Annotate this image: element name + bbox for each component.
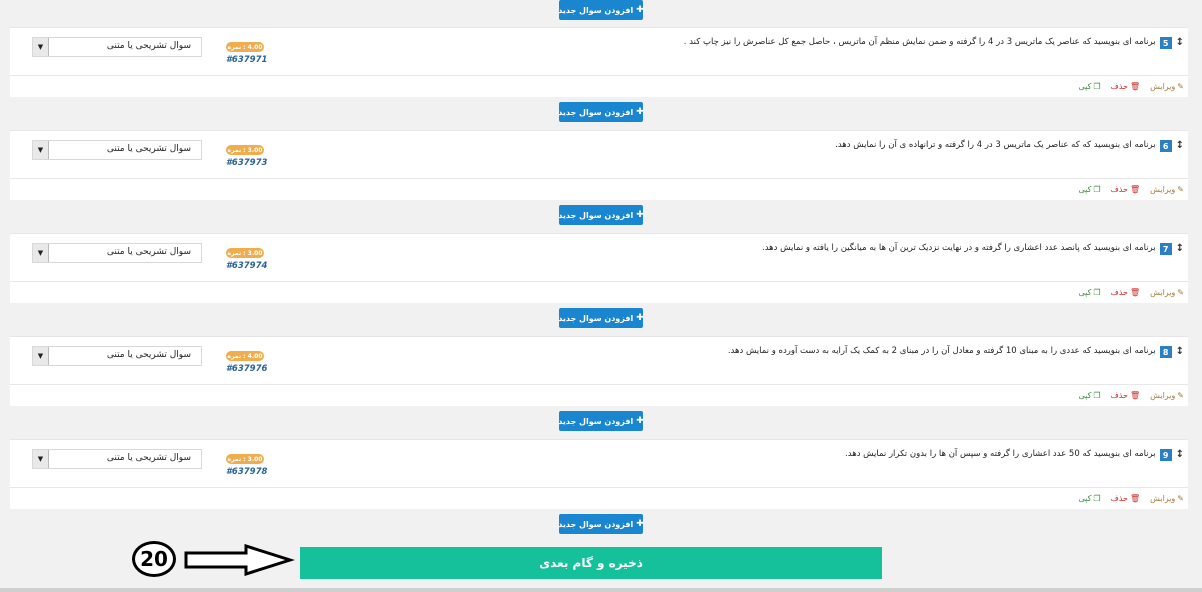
edit-link[interactable]: ✎ ویرایش [1150,494,1184,503]
trash-icon: 🗑 [1129,494,1141,503]
delete-link[interactable]: 🗑 حذف [1111,391,1141,400]
copy-icon: ❐ [1093,494,1101,503]
question-card: ↕ 7 برنامه ای بنویسید که پانصد عدد اعشار… [10,233,1188,303]
edit-icon: ✎ [1177,391,1184,400]
divider [10,384,1188,385]
plus-icon: ✚ [636,107,644,117]
chevron-down-icon[interactable]: ▼ [33,450,49,468]
question-text: برنامه ای بنویسید که پانصد عدد اعشاری را… [762,243,1156,253]
copy-link[interactable]: ❐ کپی [1078,494,1100,503]
edit-icon: ✎ [1177,494,1184,503]
question-card: ↕ 9 برنامه ای بنویسید که 50 عدد اعشاری ر… [10,439,1188,509]
plus-icon: ✚ [636,5,644,15]
question-text: برنامه ای بنویسید که 50 عدد اعشاری را گر… [845,449,1156,459]
delete-link[interactable]: 🗑 حذف [1111,185,1141,194]
chevron-down-icon[interactable]: ▼ [33,347,49,365]
question-type-select[interactable]: ▼ سوال تشریحی یا متنی [32,37,202,57]
plus-icon: ✚ [636,519,644,529]
question-id: #637973 [226,158,268,168]
question-number: 8 [1159,346,1172,358]
save-next-button[interactable]: ذخیره و گام بعدی [300,547,882,579]
drag-handle-icon[interactable]: ↕ [1176,242,1184,255]
copy-icon: ❐ [1093,288,1101,297]
page-bottom-border [0,588,1202,592]
trash-icon: 🗑 [1129,288,1141,297]
delete-link[interactable]: 🗑 حذف [1111,494,1141,503]
trash-icon: 🗑 [1129,82,1141,91]
divider [10,487,1188,488]
edit-link[interactable]: ✎ ویرایش [1150,288,1184,297]
trash-icon: 🗑 [1129,391,1141,400]
question-text: برنامه ای بنویسید که عناصر یک ماتریس 3 د… [683,37,1156,47]
plus-icon: ✚ [636,210,644,220]
annotation-arrow-icon [184,544,295,576]
question-id: #637978 [226,467,268,477]
question-type-select[interactable]: ▼ سوال تشریحی یا متنی [32,243,202,263]
question-id: #637974 [226,261,268,271]
drag-handle-icon[interactable]: ↕ [1176,448,1184,461]
question-type-select[interactable]: ▼ سوال تشریحی یا متنی [32,140,202,160]
copy-link[interactable]: ❐ کپی [1078,391,1100,400]
edit-link[interactable]: ✎ ویرایش [1150,82,1184,91]
add-question-button[interactable]: ✚ افزودن سوال جدید [558,514,644,534]
edit-icon: ✎ [1177,288,1184,297]
question-type-select[interactable]: ▼ سوال تشریحی یا متنی [32,449,202,469]
question-number: 6 [1159,140,1172,152]
score-badge: 3.00 : نمره [226,454,264,464]
question-number: 9 [1159,449,1172,461]
add-question-button[interactable]: ✚ افزودن سوال جدید [558,102,644,122]
divider [10,281,1188,282]
chevron-down-icon[interactable]: ▼ [33,244,49,262]
edit-link[interactable]: ✎ ویرایش [1150,391,1184,400]
copy-icon: ❐ [1093,82,1101,91]
plus-icon: ✚ [636,416,644,426]
score-badge: 3.00 : نمره [226,248,264,258]
delete-link[interactable]: 🗑 حذف [1111,288,1141,297]
question-type-select[interactable]: ▼ سوال تشریحی یا متنی [32,346,202,366]
copy-icon: ❐ [1093,185,1101,194]
copy-icon: ❐ [1093,391,1101,400]
score-badge: 3.00 : نمره [226,145,264,155]
chevron-down-icon[interactable]: ▼ [33,141,49,159]
score-badge: 4.00 : نمره [226,42,264,52]
edit-icon: ✎ [1177,82,1184,91]
plus-icon: ✚ [636,313,644,323]
drag-handle-icon[interactable]: ↕ [1176,345,1184,358]
question-id: #637976 [226,364,268,374]
divider [10,75,1188,76]
question-number: 7 [1159,243,1172,255]
question-card: ↕ 8 برنامه ای بنویسید که عددی را به مبنا… [10,336,1188,406]
question-card: ↕ 5 برنامه ای بنویسید که عناصر یک ماتریس… [10,27,1188,97]
question-id: #637971 [226,55,268,65]
score-badge: 4.00 : نمره [226,351,264,361]
question-card: ↕ 6 برنامه ای بنویسید که که عناصر یک مات… [10,130,1188,200]
edit-icon: ✎ [1177,185,1184,194]
drag-handle-icon[interactable]: ↕ [1176,36,1184,49]
copy-link[interactable]: ❐ کپی [1078,288,1100,297]
copy-link[interactable]: ❐ کپی [1078,185,1100,194]
drag-handle-icon[interactable]: ↕ [1176,139,1184,152]
annotation-number: 20 [132,541,176,577]
copy-link[interactable]: ❐ کپی [1078,82,1100,91]
add-question-button[interactable]: ✚ افزودن سوال جدید [558,308,644,328]
chevron-down-icon[interactable]: ▼ [33,38,49,56]
question-text: برنامه ای بنویسید که که عناصر یک ماتریس … [835,140,1156,150]
question-number: 5 [1159,37,1172,49]
add-question-button[interactable]: ✚ افزودن سوال جدید [558,0,644,20]
divider [10,178,1188,179]
add-question-button[interactable]: ✚ افزودن سوال جدید [558,411,644,431]
add-question-button[interactable]: ✚ افزودن سوال جدید [558,205,644,225]
delete-link[interactable]: 🗑 حذف [1111,82,1141,91]
trash-icon: 🗑 [1129,185,1141,194]
edit-link[interactable]: ✎ ویرایش [1150,185,1184,194]
question-text: برنامه ای بنویسید که عددی را به مبنای 10… [727,346,1156,356]
